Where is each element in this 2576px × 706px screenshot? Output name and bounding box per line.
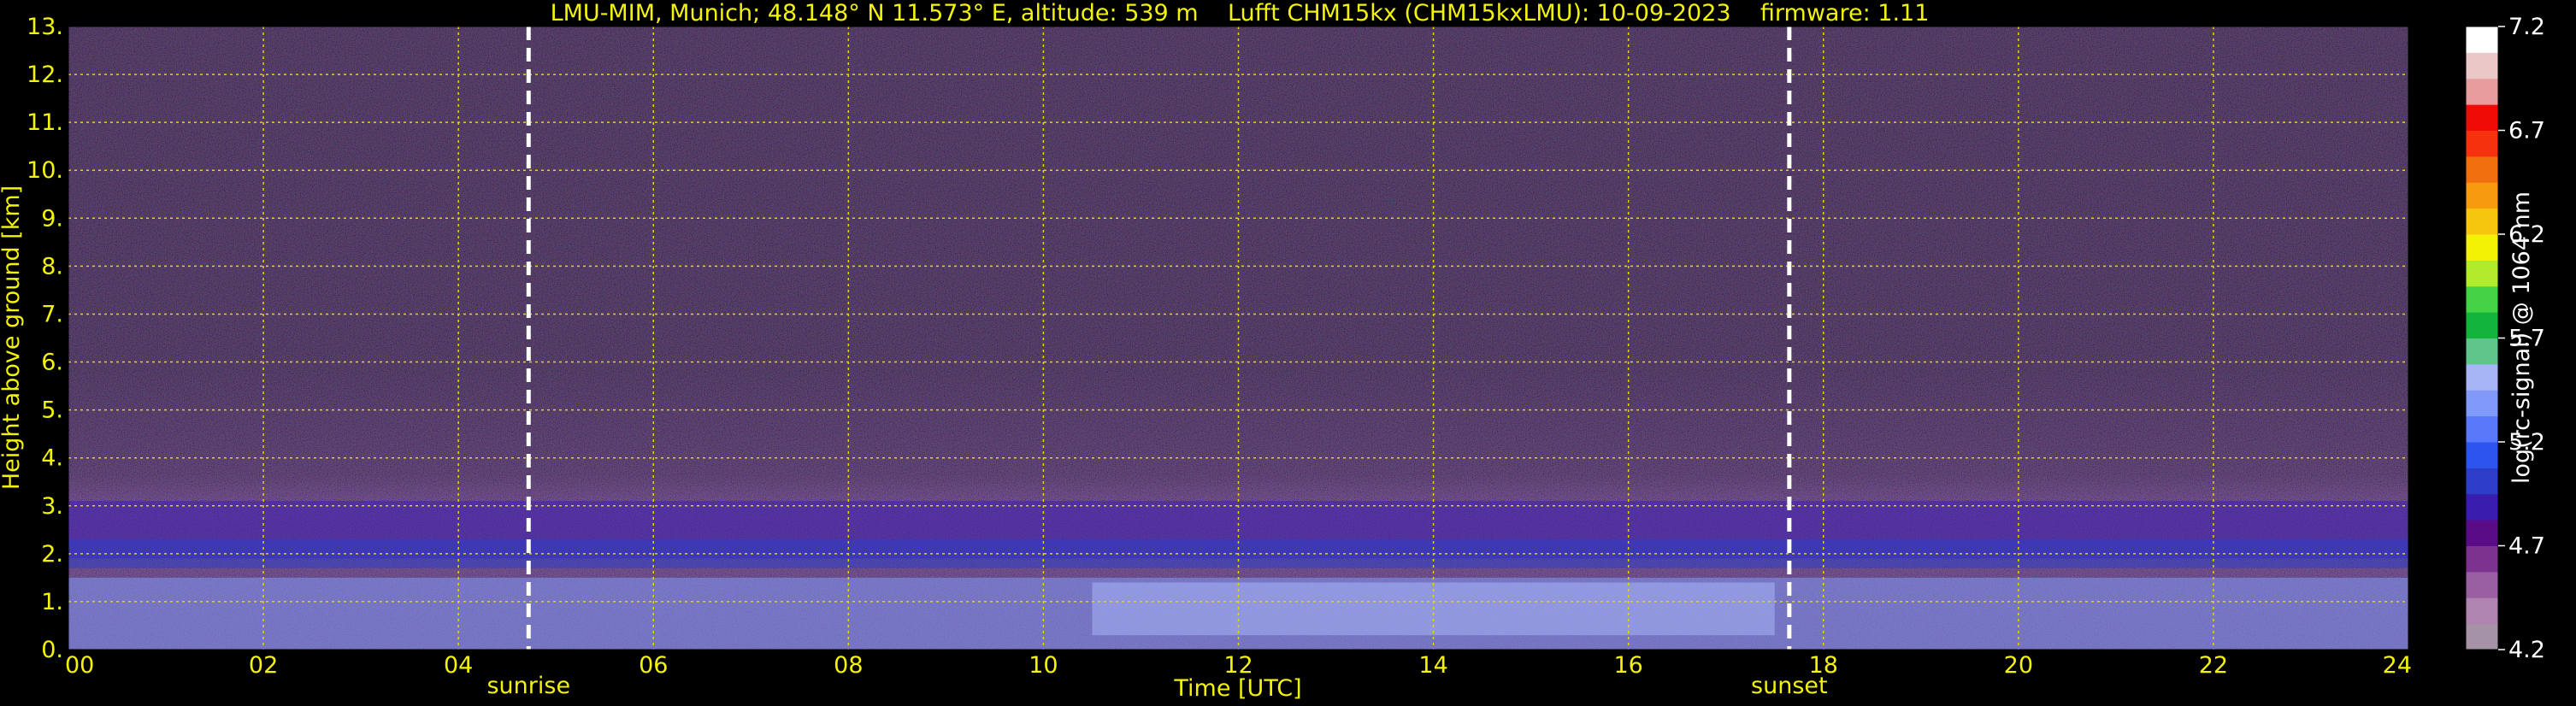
colorbar-label: log(rc-signal) @ 1064 nm — [2508, 191, 2535, 484]
colorbar-tick-label: 4.2 — [2508, 637, 2545, 663]
ceilometer-chart: 0. 1. 2. 3. 4. 5. 6. 7. 8. 9. 10. 11. 12. 13. 00 02 04 0… — [0, 0, 2545, 702]
y-tick-label: 12. — [27, 62, 63, 88]
colorbar-swatch — [2466, 285, 2498, 313]
y-tick-label: 7. — [41, 301, 63, 327]
y-tick-label: 3. — [41, 493, 63, 520]
y-tick-label: 4. — [41, 445, 63, 472]
colorbar-swatch — [2466, 338, 2498, 365]
x-tick-label: 04 — [444, 652, 473, 679]
y-tick-label: 11. — [27, 109, 63, 136]
colorbar-swatch — [2466, 312, 2498, 338]
y-tick-label: 1. — [41, 589, 63, 615]
x-tick-label: 22 — [2199, 652, 2228, 679]
y-tick-label: 6. — [41, 350, 63, 376]
x-tick-label: 16 — [1613, 652, 1642, 679]
colorbar-swatch — [2466, 26, 2498, 53]
y-tick-label: 0. — [41, 637, 63, 663]
colorbar-tick-label: 4.7 — [2508, 533, 2545, 560]
colorbar-swatch — [2466, 442, 2498, 468]
colorbar-swatch — [2466, 390, 2498, 417]
colorbar-swatch — [2466, 571, 2498, 598]
x-axis-label: Time [UTC] — [1173, 675, 1301, 702]
y-tick-label: 10. — [27, 157, 63, 184]
colorbar-swatch — [2466, 208, 2498, 235]
colorbar-tick-label: 7.2 — [2508, 14, 2545, 40]
x-tick-label: 24 — [2383, 652, 2412, 679]
colorbar-swatch — [2466, 468, 2498, 495]
colorbar-swatch — [2466, 78, 2498, 105]
colorbar-swatch — [2466, 182, 2498, 209]
colorbar-swatch — [2466, 545, 2498, 573]
colorbar-swatch — [2466, 493, 2498, 521]
y-axis-label: Height above ground [km] — [0, 185, 25, 490]
y-tick-label: 8. — [41, 253, 63, 279]
colorbar-swatch — [2466, 597, 2498, 625]
y-tick-label: 5. — [41, 397, 63, 424]
y-axis-ticks: 0. 1. 2. 3. 4. 5. 6. 7. 8. 9. 10. 11. 12. 13. — [27, 14, 63, 663]
sunset-label: sunset — [1751, 673, 1828, 699]
plot-area — [68, 26, 2409, 650]
sunrise-label: sunrise — [486, 673, 570, 699]
x-tick-label: 10 — [1029, 652, 1058, 679]
colorbar-swatch — [2466, 234, 2498, 261]
colorbar-swatches — [2465, 26, 2499, 650]
x-tick-label: 20 — [2004, 652, 2033, 679]
colorbar: 4.24.75.25.76.26.77.2 log(rc-signal) @ 1… — [2465, 14, 2545, 663]
colorbar-swatch — [2466, 130, 2498, 157]
colorbar-swatch — [2466, 363, 2498, 391]
colorbar-swatch — [2466, 104, 2498, 131]
colorbar-tick-label: 6.7 — [2508, 118, 2545, 144]
colorbar-swatch — [2466, 156, 2498, 183]
chart-title: LMU-MIM, Munich; 48.148° N 11.573° E, al… — [551, 0, 1930, 26]
colorbar-swatch — [2466, 623, 2498, 650]
x-tick-label: 02 — [249, 652, 278, 679]
y-tick-label: 2. — [41, 541, 63, 568]
x-tick-label: 14 — [1418, 652, 1447, 679]
colorbar-swatch — [2466, 520, 2498, 546]
colorbar-swatch — [2466, 415, 2498, 443]
colorbar-swatch — [2466, 260, 2498, 287]
x-tick-label: 00 — [65, 652, 94, 679]
y-tick-label: 9. — [41, 205, 63, 232]
y-tick-label: 13. — [27, 14, 63, 40]
x-tick-label: 06 — [639, 652, 668, 679]
colorbar-swatch — [2466, 52, 2498, 79]
x-tick-label: 08 — [834, 652, 863, 679]
